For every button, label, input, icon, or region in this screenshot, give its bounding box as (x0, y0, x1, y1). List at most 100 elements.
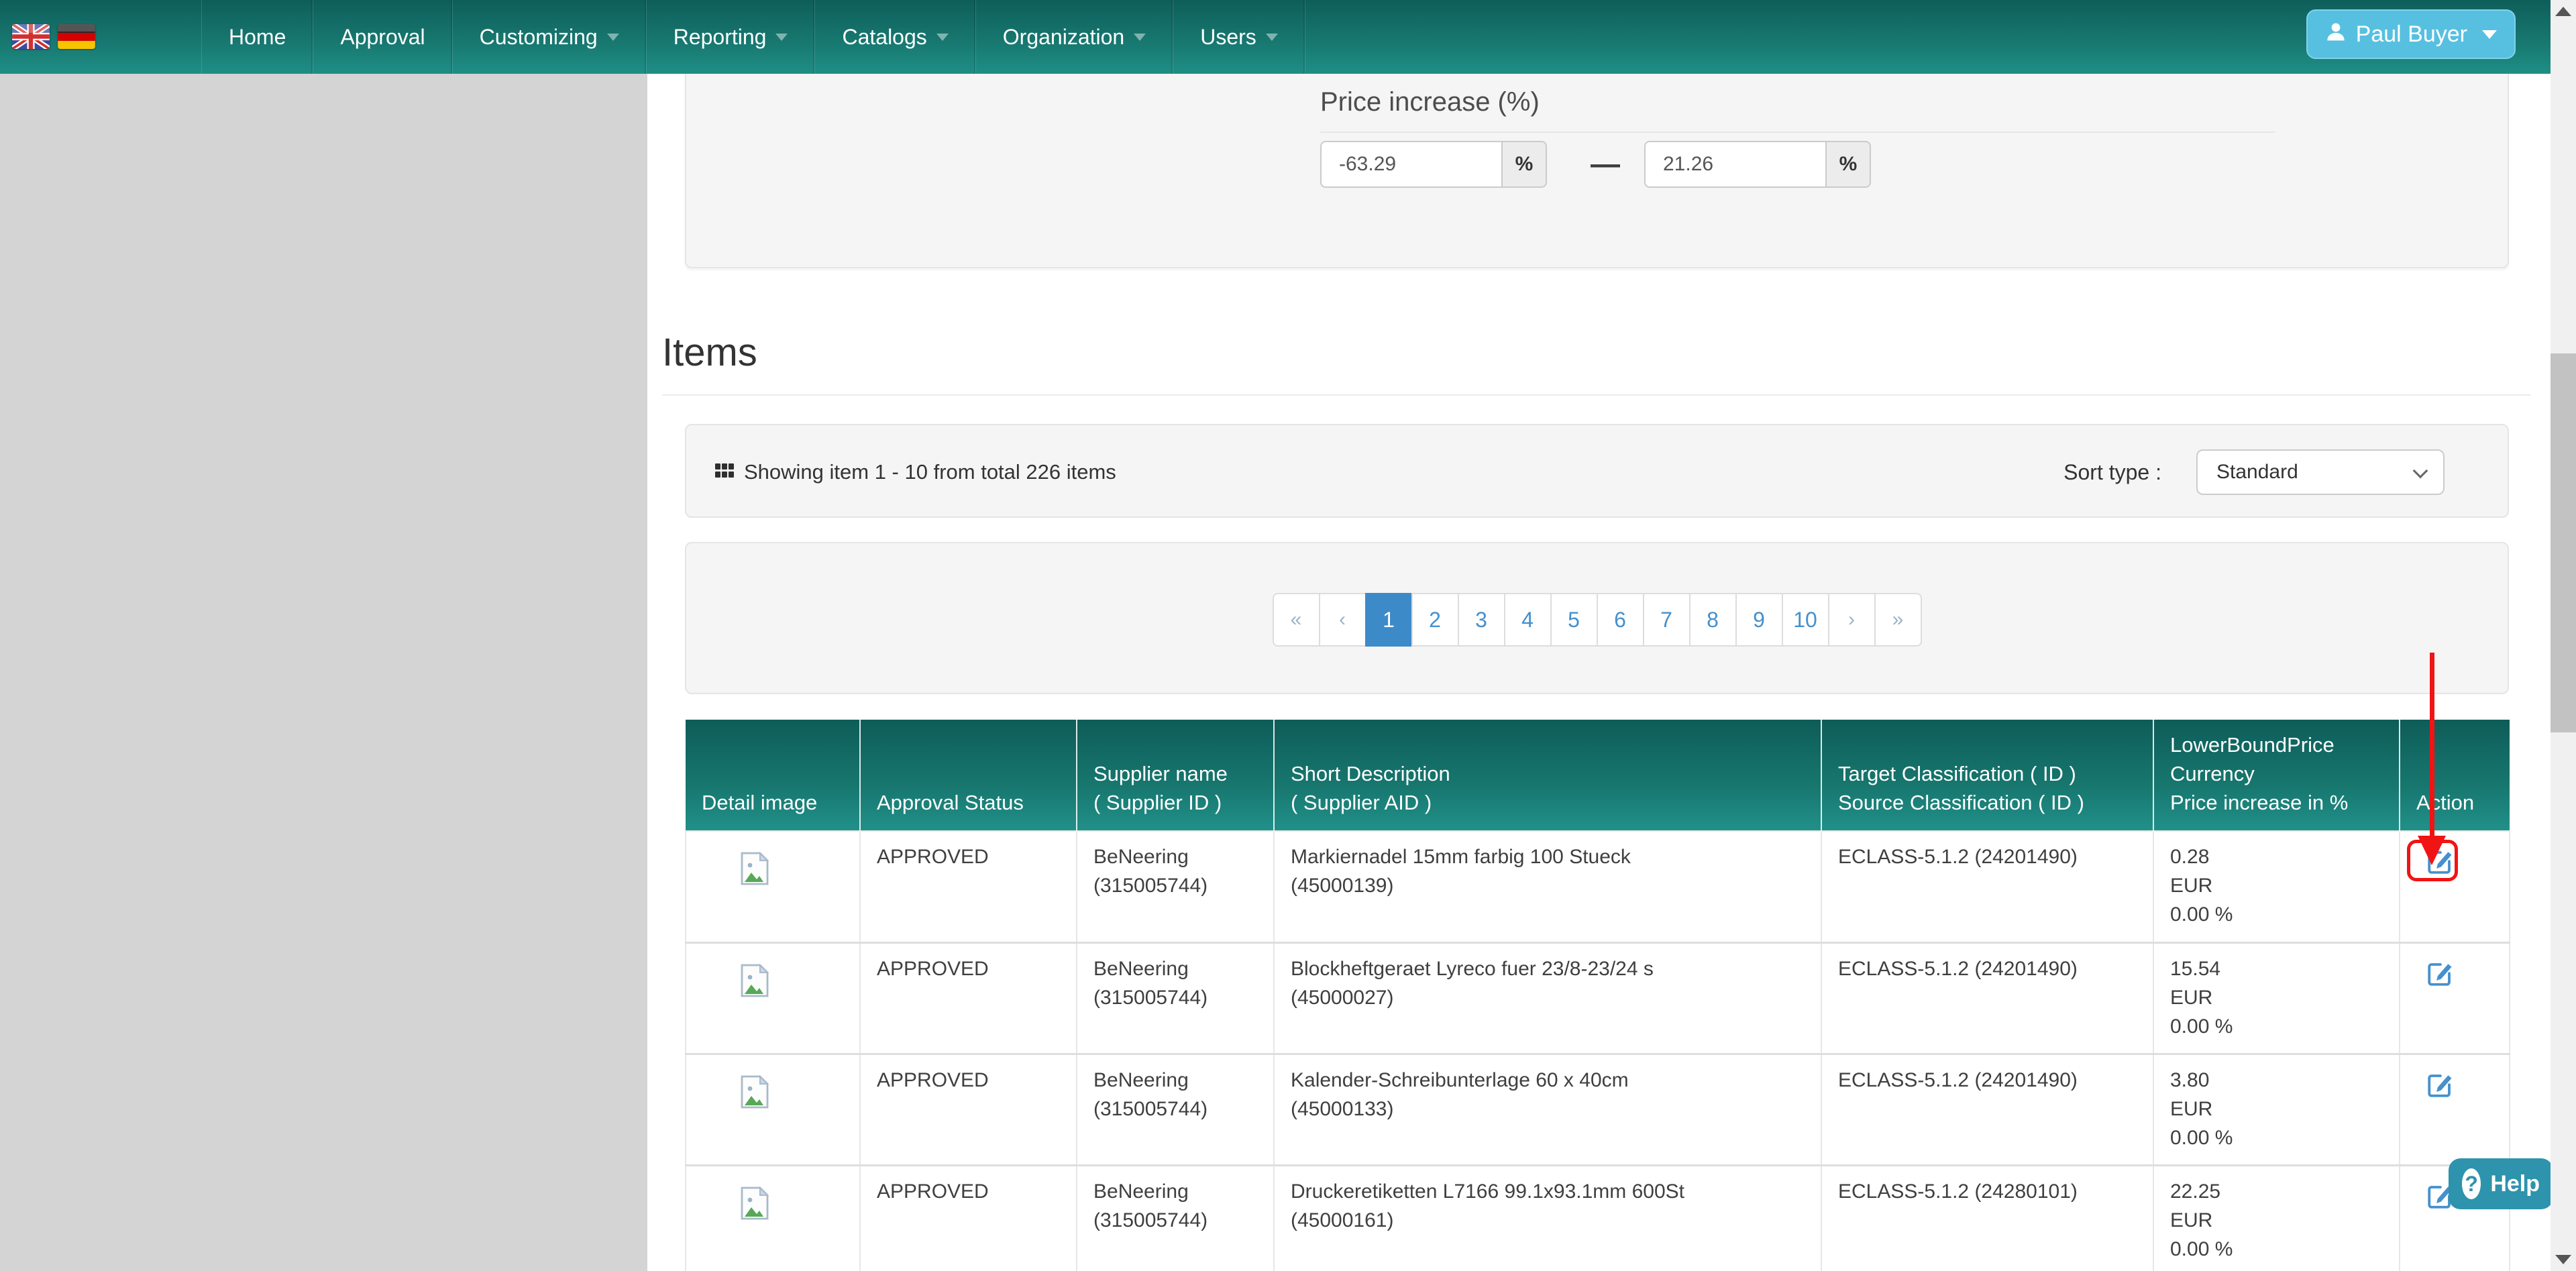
user-name-label: Paul Buyer (2356, 21, 2467, 48)
action-cell (2400, 1054, 2510, 1165)
main-menu: Home Approval Customizing Reporting Cata… (201, 0, 1305, 74)
question-mark-icon: ? (2462, 1168, 2481, 1199)
results-summary-panel: Showing item 1 - 10 from total 226 items… (685, 424, 2509, 518)
pagination-page-6[interactable]: 6 (1597, 593, 1644, 647)
pagination-page-7[interactable]: 7 (1643, 593, 1690, 647)
col-header-classification: Target Classification ( ID )Source Class… (1821, 720, 2153, 831)
nav-item-label: Catalogs (842, 25, 926, 50)
supplier-cell: BeNeering(315005744) (1077, 831, 1274, 942)
approval-status-cell: APPROVED (860, 1165, 1077, 1271)
price-cell: 0.28EUR0.00 % (2153, 831, 2400, 942)
pagination-page-4[interactable]: 4 (1504, 593, 1552, 647)
supplier-cell: BeNeering(315005744) (1077, 942, 1274, 1054)
pagination-next[interactable]: › (1828, 593, 1876, 647)
divider (1320, 131, 2275, 133)
top-navbar: Home Approval Customizing Reporting Cata… (0, 0, 2551, 74)
scroll-down-icon[interactable] (2555, 1255, 2571, 1264)
supplier-cell: BeNeering(315005744) (1077, 1165, 1274, 1271)
help-button[interactable]: ? Help (2449, 1158, 2553, 1209)
pagination-page-1[interactable]: 1 (1365, 593, 1413, 647)
annotation-highlight-box (2407, 840, 2458, 881)
nav-item-customizing[interactable]: Customizing (452, 0, 646, 74)
sort-type-select[interactable]: Standard (2196, 449, 2445, 495)
table-row: APPROVED BeNeering(315005744) Markiernad… (686, 831, 2510, 942)
scrollbar-thumb[interactable] (2551, 353, 2576, 732)
caret-down-icon (936, 34, 949, 41)
scroll-up-icon[interactable] (2555, 7, 2571, 16)
detail-image-cell (686, 831, 860, 942)
description-cell: Druckeretiketten L7166 99.1x93.1mm 600St… (1274, 1165, 1821, 1271)
col-header-detail-image: Detail image (686, 720, 860, 831)
chevron-down-icon (2413, 463, 2428, 479)
edit-icon (2426, 1071, 2454, 1099)
classification-cell: ECLASS-5.1.2 (24201490) (1821, 831, 2153, 942)
detail-image-cell (686, 1165, 860, 1271)
classification-cell: ECLASS-5.1.2 (24201490) (1821, 942, 2153, 1054)
broken-image-icon (740, 964, 769, 997)
nav-item-label: Approval (340, 25, 425, 50)
caret-down-icon (775, 34, 788, 41)
table-row: APPROVED BeNeering(315005744) Kalender-S… (686, 1054, 2510, 1165)
broken-image-icon (740, 1075, 769, 1109)
main-content: Price increase (%) % — % Items (647, 74, 2551, 1271)
pagination-page-8[interactable]: 8 (1689, 593, 1737, 647)
edit-button[interactable] (2426, 960, 2454, 990)
pagination-first[interactable]: « (1273, 593, 1320, 647)
pagination-page-9[interactable]: 9 (1735, 593, 1783, 647)
price-increase-min-input[interactable] (1320, 141, 1501, 188)
description-cell: Markiernadel 15mm farbig 100 Stueck(4500… (1274, 831, 1821, 942)
approval-status-cell: APPROVED (860, 831, 1077, 942)
price-cell: 15.54EUR0.00 % (2153, 942, 2400, 1054)
nav-item-users[interactable]: Users (1173, 0, 1305, 74)
detail-image-cell (686, 942, 860, 1054)
edit-button[interactable] (2426, 1071, 2454, 1101)
pagination: « ‹ 1 2 3 4 5 6 7 8 9 10 › » (1273, 593, 1922, 647)
caret-down-icon (2482, 30, 2497, 39)
col-header-action: Action (2400, 720, 2510, 831)
nav-item-organization[interactable]: Organization (975, 0, 1173, 74)
price-cell: 22.25EUR0.00 % (2153, 1165, 2400, 1271)
vertical-scrollbar (2551, 0, 2576, 1271)
caret-down-icon (1134, 34, 1146, 41)
pagination-page-3[interactable]: 3 (1458, 593, 1505, 647)
action-cell (2400, 942, 2510, 1054)
description-cell: Kalender-Schreibunterlage 60 x 40cm(4500… (1274, 1054, 1821, 1165)
pagination-prev[interactable]: ‹ (1319, 593, 1366, 647)
price-increase-max-input[interactable] (1644, 141, 1825, 188)
col-header-supplier: Supplier name( Supplier ID ) (1077, 720, 1274, 831)
classification-cell: ECLASS-5.1.2 (24201490) (1821, 1054, 2153, 1165)
nav-item-label: Customizing (480, 25, 598, 50)
price-increase-label: Price increase (%) (1320, 87, 1540, 117)
showing-items-text: Showing item 1 - 10 from total 226 items (744, 460, 1116, 484)
pagination-last[interactable]: » (1874, 593, 1922, 647)
pagination-page-10[interactable]: 10 (1782, 593, 1829, 647)
col-header-approval-status: Approval Status (860, 720, 1077, 831)
sort-type-label: Sort type : (2063, 460, 2161, 485)
sort-type-value: Standard (2216, 461, 2298, 484)
nav-item-approval[interactable]: Approval (313, 0, 451, 74)
user-icon (2325, 21, 2347, 48)
price-cell: 3.80EUR0.00 % (2153, 1054, 2400, 1165)
caret-down-icon (1266, 34, 1278, 41)
col-header-description: Short Description( Supplier AID ) (1274, 720, 1821, 831)
divider (662, 394, 2530, 396)
supplier-cell: BeNeering(315005744) (1077, 1054, 1274, 1165)
pagination-page-2[interactable]: 2 (1411, 593, 1459, 647)
language-switcher (12, 24, 95, 49)
items-table: Detail image Approval Status Supplier na… (685, 720, 2510, 1271)
user-menu-button[interactable]: Paul Buyer (2306, 9, 2516, 59)
caret-down-icon (607, 34, 619, 41)
annotation-arrow-line (2430, 653, 2434, 838)
grid-icon (714, 461, 735, 484)
table-row: APPROVED BeNeering(315005744) Druckereti… (686, 1165, 2510, 1271)
table-row: APPROVED BeNeering(315005744) Blockheftg… (686, 942, 2510, 1054)
nav-item-reporting[interactable]: Reporting (646, 0, 815, 74)
uk-flag-icon[interactable] (12, 24, 50, 49)
nav-item-home[interactable]: Home (201, 0, 313, 74)
col-header-price: LowerBoundPriceCurrencyPrice increase in… (2153, 720, 2400, 831)
percent-addon: % (1825, 141, 1871, 188)
pagination-page-5[interactable]: 5 (1550, 593, 1598, 647)
nav-item-catalogs[interactable]: Catalogs (814, 0, 975, 74)
de-flag-icon[interactable] (58, 24, 95, 49)
sort-control: Sort type : Standard (2063, 425, 2445, 519)
